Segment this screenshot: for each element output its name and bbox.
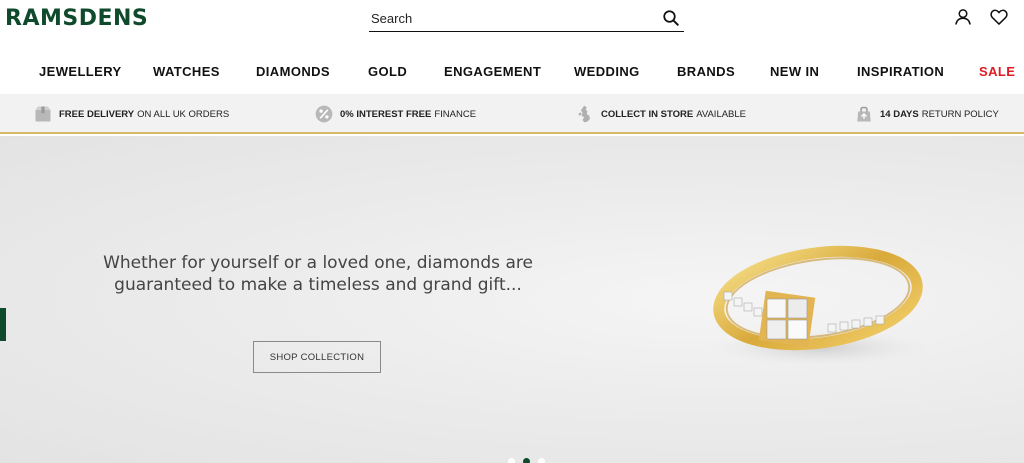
usp-bold-text: FREE DELIVERY [59, 108, 135, 120]
carousel-dot[interactable] [538, 458, 545, 463]
usp-free-delivery[interactable]: FREE DELIVERY ON ALL UK ORDERS [33, 103, 229, 125]
nav-item-new-in[interactable]: NEW IN [770, 64, 819, 79]
main-navigation: JEWELLERY WATCHES DIAMONDS GOLD ENGAGEME… [0, 48, 1024, 94]
shop-collection-button[interactable]: SHOP COLLECTION [253, 341, 381, 373]
carousel-dots [508, 458, 545, 463]
hero-tagline: Whether for yourself or a loved one, dia… [100, 252, 536, 296]
nav-item-engagement[interactable]: ENGAGEMENT [444, 64, 541, 79]
usp-interest-free[interactable]: 0% INTEREST FREE FINANCE [314, 103, 476, 125]
hero-tagline-line-1: Whether for yourself or a loved one, dia… [103, 253, 533, 273]
search-icon[interactable] [662, 9, 680, 27]
uk-map-icon [578, 105, 590, 123]
usp-text: RETURN POLICY [921, 108, 999, 120]
usp-return-policy[interactable]: 14 DAYS RETURN POLICY [854, 103, 999, 125]
diamond-ring-image [710, 245, 930, 366]
side-feedback-tab[interactable] [0, 308, 6, 341]
usp-bold-text: COLLECT IN STORE [601, 108, 694, 120]
usp-collect-in-store[interactable]: COLLECT IN STORE AVAILABLE [575, 103, 746, 125]
usp-bold-text: 0% INTEREST FREE [340, 108, 432, 120]
carousel-dot[interactable] [508, 458, 515, 463]
percent-icon [315, 105, 333, 123]
carousel-dot-active[interactable] [523, 458, 530, 463]
usp-text: FINANCE [434, 108, 477, 120]
nav-item-gold[interactable]: GOLD [368, 64, 407, 79]
nav-item-inspiration[interactable]: INSPIRATION [857, 64, 944, 79]
account-icon[interactable] [953, 7, 973, 27]
nav-item-brands[interactable]: BRANDS [677, 64, 735, 79]
site-header: RAMSDENS [0, 0, 1024, 48]
search-input[interactable] [371, 8, 651, 28]
hero-tagline-line-2: guaranteed to make a timeless and grand … [114, 275, 522, 295]
usp-bold-text: 14 DAYS [880, 108, 919, 120]
nav-item-diamonds[interactable]: DIAMONDS [256, 64, 330, 79]
delivery-box-icon [35, 106, 51, 122]
nav-item-sale[interactable]: SALE [979, 64, 1015, 79]
nav-item-jewellery[interactable]: JEWELLERY [39, 64, 122, 79]
search-bar[interactable] [369, 6, 684, 32]
nav-item-wedding[interactable]: WEDDING [574, 64, 640, 79]
returns-bag-icon [857, 106, 871, 122]
hero-banner[interactable]: Whether for yourself or a loved one, dia… [0, 136, 1024, 463]
nav-item-watches[interactable]: WATCHES [153, 64, 220, 79]
wishlist-heart-icon[interactable] [989, 7, 1009, 27]
usp-text: ON ALL UK ORDERS [137, 108, 230, 120]
usp-bar: FREE DELIVERY ON ALL UK ORDERS 0% INTERE… [0, 94, 1024, 134]
ramsdens-logo[interactable]: RAMSDENS [5, 6, 148, 31]
usp-text: AVAILABLE [696, 108, 747, 120]
